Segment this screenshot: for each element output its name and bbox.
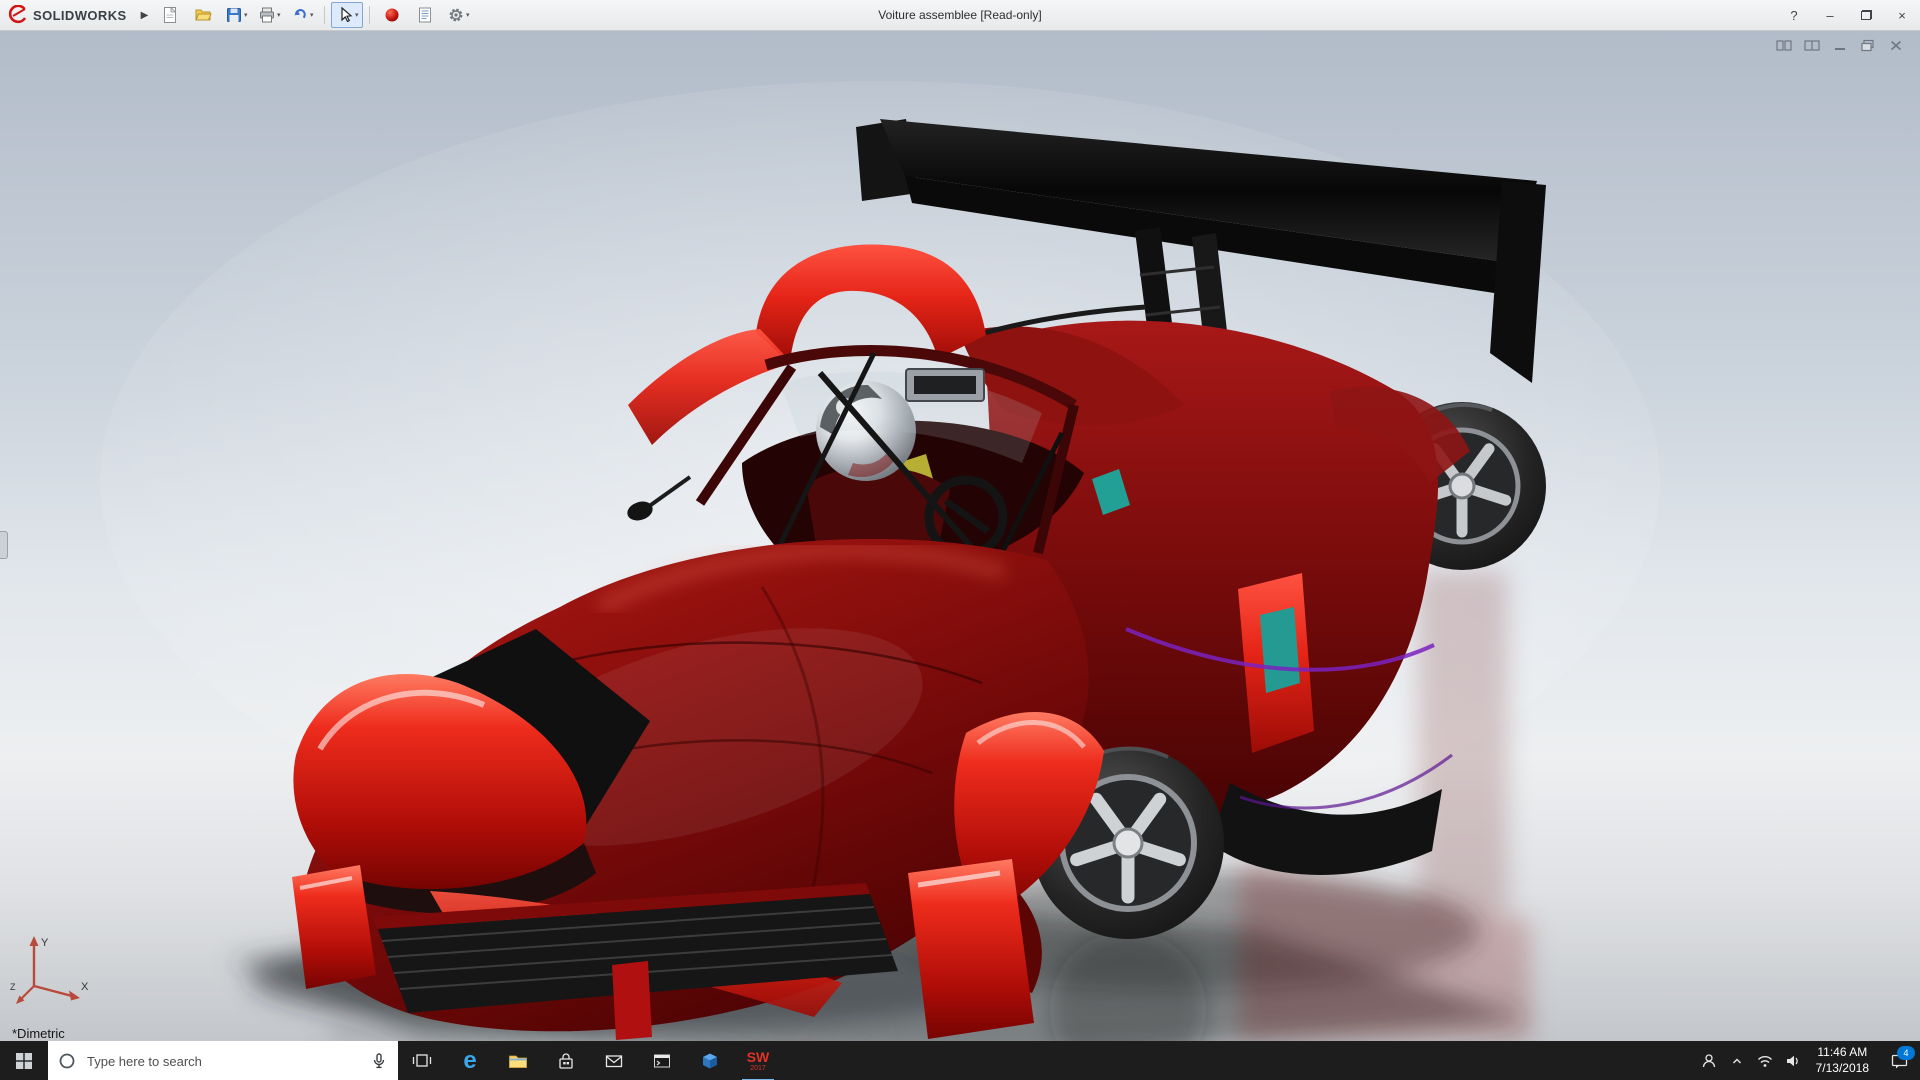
print-button[interactable]: ▾: [253, 2, 285, 28]
close-button[interactable]: ×: [1884, 0, 1920, 30]
task-view-button[interactable]: [398, 1041, 446, 1080]
doc-close-icon[interactable]: [1888, 39, 1904, 52]
file-properties-icon: [416, 6, 434, 24]
file-properties-button[interactable]: [409, 2, 441, 28]
panel-resize-handle[interactable]: [0, 531, 8, 559]
solidworks-logo-icon: [6, 5, 28, 25]
options-dropdown-icon[interactable]: ▾: [466, 11, 470, 19]
save-button[interactable]: ▾: [220, 2, 252, 28]
split-pane-left-icon[interactable]: [1776, 39, 1792, 52]
task-view-icon: [412, 1052, 432, 1070]
start-button[interactable]: [0, 1041, 48, 1080]
network-button[interactable]: [1751, 1041, 1779, 1080]
brand-text: SOLIDWORKS: [33, 8, 127, 23]
toolbar-separator: [369, 6, 370, 24]
undo-dropdown-icon[interactable]: ▾: [310, 11, 314, 19]
open-icon: [194, 6, 212, 24]
select-button[interactable]: ▾: [331, 2, 363, 28]
gear-icon: [447, 6, 465, 24]
volume-icon: [1784, 1053, 1802, 1069]
search-input[interactable]: [85, 1053, 361, 1070]
view-orientation-label: *Dimetric: [12, 1026, 65, 1041]
view-triad[interactable]: Y X Z: [10, 928, 94, 1017]
rebuild-sphere-icon: [383, 6, 401, 24]
taskbar-clock[interactable]: 11:46 AM 7/13/2018: [1807, 1041, 1878, 1080]
rebuild-button[interactable]: [376, 2, 408, 28]
open-button[interactable]: [187, 2, 219, 28]
brand: SOLIDWORKS: [6, 5, 127, 25]
new-document-button[interactable]: [154, 2, 186, 28]
viewport-3d[interactable]: Y X Z *Dimetric: [0, 31, 1920, 1041]
clock-date: 7/13/2018: [1816, 1061, 1869, 1077]
solidworks-app-icon: SW 2017: [747, 1050, 770, 1072]
mail-button[interactable]: [590, 1041, 638, 1080]
print-icon: [258, 6, 276, 24]
taskbar-search[interactable]: [48, 1041, 398, 1080]
solidworks-window: SOLIDWORKS ▶: [0, 0, 1920, 1080]
main-toolbar: ▾ ▾ ▾ ▾: [154, 2, 474, 28]
mail-icon: [604, 1052, 624, 1070]
options-button[interactable]: ▾: [442, 2, 474, 28]
windows-logo-icon: [15, 1052, 33, 1070]
select-cursor-icon: [336, 6, 354, 24]
3d-cube-icon: [700, 1051, 720, 1071]
document-window-controls: [1776, 39, 1904, 52]
split-pane-right-icon[interactable]: [1804, 39, 1820, 52]
clock-time: 11:46 AM: [1817, 1045, 1867, 1061]
triad-y-label: Y: [41, 937, 49, 949]
file-explorer-icon: [508, 1052, 528, 1070]
help-button[interactable]: ?: [1776, 0, 1812, 30]
cortana-icon[interactable]: [58, 1052, 76, 1070]
edge-button[interactable]: e: [446, 1041, 494, 1080]
hidden-icons-button[interactable]: [1723, 1041, 1751, 1080]
solidworks-app-button[interactable]: SW 2017: [734, 1041, 782, 1080]
notification-badge: 4: [1897, 1046, 1915, 1060]
select-dropdown-icon[interactable]: ▾: [355, 11, 359, 19]
toolbar-separator: [324, 6, 325, 24]
save-dropdown-icon[interactable]: ▾: [244, 11, 248, 19]
maximize-button[interactable]: [1848, 0, 1884, 30]
doc-minimize-icon[interactable]: [1832, 39, 1848, 52]
people-button[interactable]: [1695, 1041, 1723, 1080]
microphone-icon[interactable]: [370, 1052, 388, 1070]
volume-button[interactable]: [1779, 1041, 1807, 1080]
wifi-icon: [1756, 1053, 1774, 1069]
file-explorer-button[interactable]: [494, 1041, 542, 1080]
edge-icon: e: [463, 1049, 476, 1073]
taskbar: e: [0, 1041, 1920, 1080]
new-document-icon: [161, 6, 179, 24]
triad-z-label: Z: [10, 982, 16, 992]
window-controls: ? – ×: [1776, 0, 1920, 30]
store-button[interactable]: [542, 1041, 590, 1080]
command-prompt-icon: [652, 1052, 672, 1070]
window-title: Voiture assemblee [Read-only]: [878, 8, 1041, 22]
minimize-button[interactable]: –: [1812, 0, 1848, 30]
undo-icon: [291, 6, 309, 24]
people-icon: [1700, 1052, 1718, 1070]
toolbar-flyout-icon[interactable]: ▶: [135, 10, 155, 21]
print-dropdown-icon[interactable]: ▾: [277, 11, 281, 19]
model-3d-scene[interactable]: [0, 31, 1920, 1041]
titlebar: SOLIDWORKS ▶: [0, 0, 1920, 31]
3d-viewer-button[interactable]: [686, 1041, 734, 1080]
action-center-button[interactable]: 4: [1878, 1041, 1920, 1080]
undo-button[interactable]: ▾: [286, 2, 318, 28]
save-icon: [225, 6, 243, 24]
doc-restore-icon[interactable]: [1860, 39, 1876, 52]
system-tray: 11:46 AM 7/13/2018 4: [1695, 1041, 1920, 1080]
triad-x-label: X: [81, 981, 89, 993]
store-icon: [556, 1052, 576, 1070]
command-prompt-button[interactable]: [638, 1041, 686, 1080]
restore-icon: [1861, 10, 1872, 20]
chevron-up-icon: [1730, 1054, 1744, 1068]
